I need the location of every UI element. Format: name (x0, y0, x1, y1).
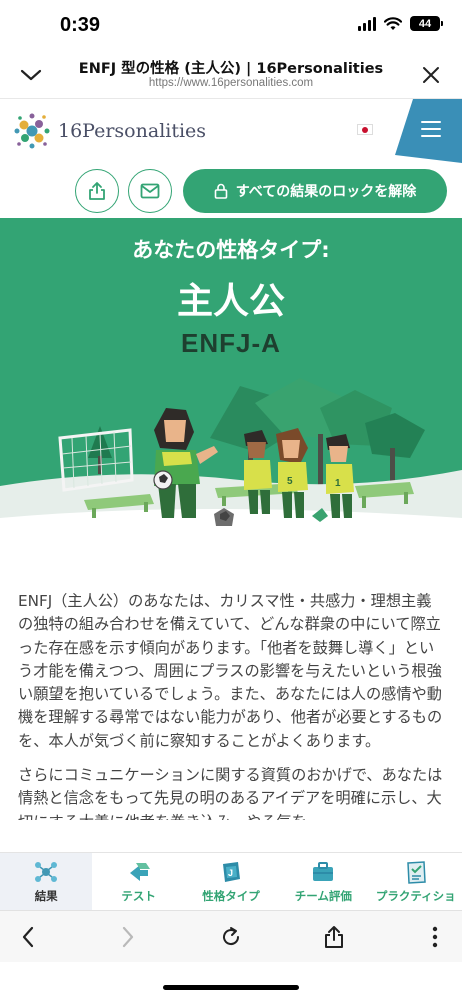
close-icon (423, 67, 439, 83)
mail-icon (140, 183, 160, 199)
personality-name: 主人公 (176, 281, 285, 322)
menu-button[interactable] (395, 99, 462, 163)
status-bar: 0:39 44 (0, 0, 462, 52)
share-icon (89, 182, 105, 200)
reload-button[interactable] (217, 923, 245, 951)
nav-item-practitioner[interactable]: プラクティショ (370, 853, 462, 911)
logo-text: 16Personalities (58, 120, 207, 142)
cellular-signal-icon (358, 16, 376, 31)
description-paragraph-2: さらにコミュニケーションに関する資質のおかげで、あなたは情熱と信念をもって先見の… (18, 766, 443, 820)
protagonist-soccer-illustration: 5 1 (0, 378, 462, 548)
action-bar: すべての結果のロックを解除 (0, 166, 462, 216)
unlock-all-results-button[interactable]: すべての結果のロックを解除 (183, 169, 447, 213)
svg-text:J: J (228, 868, 233, 878)
personality-hero: あなたの性格タイプ: 主人公 ENFJ-A 5 1 (0, 218, 462, 548)
forward-button[interactable] (114, 923, 142, 951)
test-arrows-icon (129, 863, 150, 881)
practitioner-clipboard-icon (406, 861, 426, 884)
status-time: 0:39 (60, 14, 101, 36)
share-button[interactable] (75, 169, 119, 213)
page-url[interactable]: https://www.16personalities.com (60, 77, 402, 89)
personality-code: ENFJ-A (181, 328, 281, 358)
home-indicator (163, 985, 299, 990)
status-icons: 44 (358, 16, 443, 31)
hero-kicker: あなたの性格タイプ: (132, 238, 330, 262)
collapse-button[interactable] (16, 60, 46, 90)
hamburger-menu-icon (421, 121, 441, 142)
close-button[interactable] (416, 60, 446, 90)
email-button[interactable] (128, 169, 172, 213)
nav-label-team-assessment: チーム評価 (294, 889, 352, 903)
personality-description: ENFJ（主人公）のあなたは、カリスマ性・共感力・理想主義の独特の組み合わせを備… (18, 590, 446, 831)
lock-icon (214, 183, 228, 199)
nav-label-test: テスト (121, 889, 156, 903)
chevron-down-icon (20, 69, 42, 81)
nav-label-results: 結果 (34, 889, 58, 903)
results-molecule-icon (35, 862, 58, 882)
japan-flag-icon[interactable] (357, 124, 373, 135)
browser-header: ENFJ 型の性格 (主人公) | 16Personalities https:… (0, 52, 462, 98)
site-header: 16Personalities (0, 98, 462, 163)
more-options-button[interactable] (421, 923, 449, 951)
nav-item-test[interactable]: テスト (92, 853, 184, 911)
site-logo[interactable]: 16Personalities (12, 111, 206, 151)
tree-cluster-right (210, 378, 425, 489)
share-icon (325, 926, 343, 948)
svg-text:1: 1 (335, 478, 341, 489)
team-assessment-briefcase-icon (313, 862, 334, 881)
more-vertical-icon (432, 926, 438, 948)
unlock-label: すべての結果のロックを解除 (235, 184, 417, 200)
share-page-button[interactable] (320, 923, 348, 951)
svg-text:5: 5 (287, 476, 293, 487)
nav-label-practitioner: プラクティショ (375, 889, 456, 903)
nav-label-personality-types: 性格タイプ (202, 889, 260, 903)
personality-types-icon: J (222, 862, 240, 882)
page-title: ENFJ 型の性格 (主人公) | 16Personalities (78, 61, 384, 77)
back-arrow-icon (22, 926, 34, 948)
battery-indicator: 44 (410, 16, 443, 31)
logo-dots-icon (14, 113, 50, 149)
nav-item-results[interactable]: 結果 (0, 853, 93, 911)
nav-item-team-assessment[interactable]: チーム評価 (277, 853, 369, 911)
reload-icon (223, 927, 240, 946)
forward-arrow-icon (122, 926, 134, 948)
description-paragraph-1: ENFJ（主人公）のあなたは、カリスマ性・共感力・理想主義の独特の組み合わせを備… (18, 592, 443, 750)
browser-toolbar (0, 910, 462, 962)
wifi-icon (384, 16, 402, 30)
nav-item-personality-types[interactable]: J 性格タイプ (185, 853, 277, 911)
bottom-nav: 結果 テスト J 性格タイプ チーム評価 プラクティショ (0, 852, 462, 911)
back-button[interactable] (14, 923, 42, 951)
